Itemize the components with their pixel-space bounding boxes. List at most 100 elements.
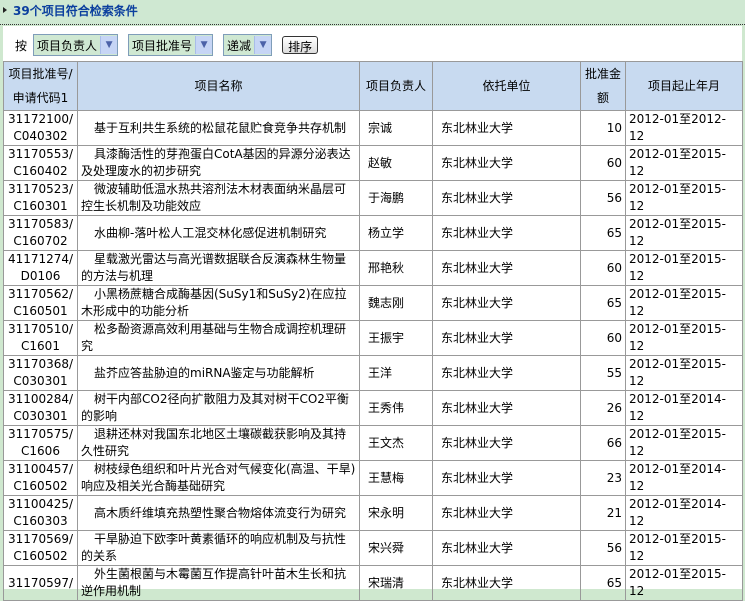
project-leader: 魏志刚 <box>359 285 433 321</box>
project-leader: 于海鹏 <box>359 180 433 216</box>
project-code-cell: 31170510/C1601 <box>3 320 78 356</box>
host-institution: 东北林业大学 <box>432 425 581 461</box>
sort-button[interactable]: 排序 <box>282 36 319 54</box>
host-institution: 东北林业大学 <box>432 215 581 251</box>
project-code: 31170562/ <box>7 287 74 301</box>
table-row[interactable]: 31170523/C160301 微波辅助低温水热共溶剂法木材表面纳米晶层可控生… <box>3 180 743 216</box>
project-code: 31170368/ <box>7 357 74 371</box>
project-code-cell: 31170368/C030301 <box>3 355 78 391</box>
project-code: 31170583/ <box>7 217 74 231</box>
project-name[interactable]: 干旱胁迫下欧李叶黄素循环的响应机制及与抗性的关系 <box>77 530 360 566</box>
chevron-down-icon[interactable]: ▼ <box>195 36 213 54</box>
project-leader: 宋兴舜 <box>359 530 433 566</box>
project-code-cell: 31170562/C160501 <box>3 285 78 321</box>
approved-amount: 55 <box>580 355 626 391</box>
table-row[interactable]: 41171274/D0106 星载激光雷达与高光谱数据联合反演森林生物量的方法与… <box>3 250 743 286</box>
table-row[interactable]: 31170575/C1606 退耕还林对我国东北地区土壤碳截获影响及其持久性研究… <box>3 425 743 461</box>
approved-amount: 56 <box>580 530 626 566</box>
chevron-down-icon[interactable]: ▼ <box>100 36 118 54</box>
sort-field1-value: 项目负责人 <box>37 38 98 53</box>
application-code: C160402 <box>13 164 68 178</box>
chevron-down-icon[interactable]: ▼ <box>254 36 272 54</box>
approved-amount: 65 <box>580 285 626 321</box>
project-code-cell: 31170597/ <box>3 565 78 601</box>
sort-label: 按 <box>15 38 28 53</box>
sort-order-select[interactable]: 递减 ▼ <box>223 34 273 56</box>
results-header: 39个项目符合检索条件 <box>0 0 745 25</box>
application-code: C160502 <box>13 549 68 563</box>
table-row[interactable]: 31170510/C1601 松多酚资源高效利用基础与生物合成调控机理研究 王振… <box>3 320 743 356</box>
application-code: C160303 <box>13 514 68 528</box>
approved-amount: 65 <box>580 565 626 601</box>
table-header-row: 项目批准号/申请代码1 项目名称 项目负责人 依托单位 批准金额 项目起止年月 <box>3 61 743 111</box>
approved-amount: 21 <box>580 495 626 531</box>
project-code-cell: 31172100/C040302 <box>3 110 78 146</box>
host-institution: 东北林业大学 <box>432 390 581 426</box>
table-row[interactable]: 31170569/C160502 干旱胁迫下欧李叶黄素循环的响应机制及与抗性的关… <box>3 530 743 566</box>
column-header-name: 项目名称 <box>77 61 360 111</box>
project-name[interactable]: 外生菌根菌与木霉菌互作提高针叶苗木生长和抗逆作用机制 <box>77 565 360 601</box>
sort-field2-select[interactable]: 项目批准号 ▼ <box>128 34 214 56</box>
project-name[interactable]: 树干内部CO2径向扩散阻力及其对树干CO2平衡的影响 <box>77 390 360 426</box>
project-code: 41171274/ <box>7 252 74 266</box>
project-period: 2012-01至2015-12 <box>625 145 743 181</box>
project-period: 2012-01至2015-12 <box>625 320 743 356</box>
project-leader: 王洋 <box>359 355 433 391</box>
host-institution: 东北林业大学 <box>432 180 581 216</box>
approved-amount: 10 <box>580 110 626 146</box>
project-name[interactable]: 松多酚资源高效利用基础与生物合成调控机理研究 <box>77 320 360 356</box>
table-row[interactable]: 31170553/C160402 具漆酶活性的芽孢蛋白CotA基因的异源分泌表达… <box>3 145 743 181</box>
project-name[interactable]: 高木质纤维填充热塑性聚合物熔体流变行为研究 <box>77 495 360 531</box>
project-period: 2012-01至2014-12 <box>625 390 743 426</box>
project-code-cell: 31170523/C160301 <box>3 180 78 216</box>
sort-field1-select[interactable]: 项目负责人 ▼ <box>33 34 119 56</box>
table-row[interactable]: 31170368/C030301 盐芥应答盐胁迫的miRNA鉴定与功能解析 王洋… <box>3 355 743 391</box>
project-name[interactable]: 星载激光雷达与高光谱数据联合反演森林生物量的方法与机理 <box>77 250 360 286</box>
table-row[interactable]: 31170597/ 外生菌根菌与木霉菌互作提高针叶苗木生长和抗逆作用机制 宋瑞清… <box>3 565 743 601</box>
project-name[interactable]: 水曲柳-落叶松人工混交林化感促进机制研究 <box>77 215 360 251</box>
column-header-amount: 批准金额 <box>580 61 626 111</box>
host-institution: 东北林业大学 <box>432 110 581 146</box>
table-row[interactable]: 31100284/C030301 树干内部CO2径向扩散阻力及其对树干CO2平衡… <box>3 390 743 426</box>
project-name[interactable]: 微波辅助低温水热共溶剂法木材表面纳米晶层可控生长机制及功能效应 <box>77 180 360 216</box>
project-code: 31100457/ <box>7 462 74 476</box>
project-name[interactable]: 盐芥应答盐胁迫的miRNA鉴定与功能解析 <box>77 355 360 391</box>
application-code: D0106 <box>20 269 61 283</box>
table-row[interactable]: 31100425/C160303 高木质纤维填充热塑性聚合物熔体流变行为研究 宋… <box>3 495 743 531</box>
project-leader: 杨立学 <box>359 215 433 251</box>
project-period: 2012-01至2014-12 <box>625 460 743 496</box>
table-row[interactable]: 31100457/C160502 树枝绿色组织和叶片光合对气候变化(高温、干旱)… <box>3 460 743 496</box>
approved-amount: 60 <box>580 145 626 181</box>
host-institution: 东北林业大学 <box>432 495 581 531</box>
approved-amount: 65 <box>580 215 626 251</box>
table-row[interactable]: 31172100/C040302 基于互利共生系统的松鼠花鼠贮食竞争共存机制 宗… <box>3 110 743 146</box>
sort-field2-value: 项目批准号 <box>132 38 193 53</box>
project-code: 31170553/ <box>7 147 74 161</box>
triangle-bullet-icon <box>3 7 7 13</box>
project-code: 31172100/ <box>7 112 74 126</box>
host-institution: 东北林业大学 <box>432 250 581 286</box>
project-name[interactable]: 具漆酶活性的芽孢蛋白CotA基因的异源分泌表达及处理废水的初步研究 <box>77 145 360 181</box>
project-name[interactable]: 基于互利共生系统的松鼠花鼠贮食竞争共存机制 <box>77 110 360 146</box>
application-code: C160301 <box>13 199 68 213</box>
sort-order-value: 递减 <box>227 38 252 53</box>
project-code: 31170523/ <box>7 182 74 196</box>
project-leader: 王秀伟 <box>359 390 433 426</box>
project-code-cell: 31100425/C160303 <box>3 495 78 531</box>
project-code-cell: 41171274/D0106 <box>3 250 78 286</box>
application-code: C160502 <box>13 479 68 493</box>
application-code: C1606 <box>21 444 60 458</box>
host-institution: 东北林业大学 <box>432 565 581 601</box>
approved-amount: 60 <box>580 320 626 356</box>
table-row[interactable]: 31170562/C160501 小黑杨蔗糖合成酶基因(SuSy1和SuSy2)… <box>3 285 743 321</box>
project-leader: 王文杰 <box>359 425 433 461</box>
project-code: 31100425/ <box>7 497 74 511</box>
project-name[interactable]: 小黑杨蔗糖合成酶基因(SuSy1和SuSy2)在应拉木形成中的功能分析 <box>77 285 360 321</box>
host-institution: 东北林业大学 <box>432 320 581 356</box>
project-code-cell: 31170575/C1606 <box>3 425 78 461</box>
project-name[interactable]: 树枝绿色组织和叶片光合对气候变化(高温、干旱)响应及相关光合酶基础研究 <box>77 460 360 496</box>
project-code: 31170597/ <box>7 575 74 590</box>
project-leader: 宗诚 <box>359 110 433 146</box>
table-row[interactable]: 31170583/C160702 水曲柳-落叶松人工混交林化感促进机制研究 杨立… <box>3 215 743 251</box>
project-name[interactable]: 退耕还林对我国东北地区土壤碳截获影响及其持久性研究 <box>77 425 360 461</box>
